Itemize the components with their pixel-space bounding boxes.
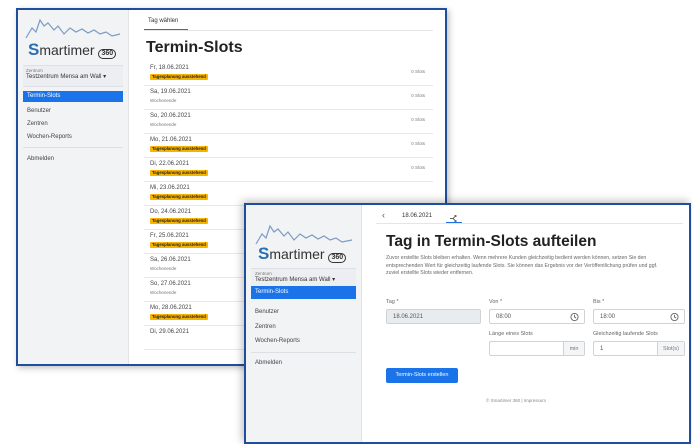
back-button[interactable]: ‹ (382, 210, 385, 220)
day-date: Sa, 19.06.2021 (150, 89, 191, 95)
tab-tag-waehlen[interactable]: Tag wählen (148, 18, 178, 24)
nav-abmelden[interactable]: Abmelden (251, 360, 356, 366)
gleichzeitig-label: Gleichzeitig laufende Slots (593, 331, 658, 337)
status-badge: Tagesplanung ausstehend (150, 74, 208, 80)
nav-termin-slots[interactable]: Termin-Slots (251, 286, 356, 299)
nav-zentren[interactable]: Zentren (251, 324, 356, 330)
day-date: So, 27.06.2021 (150, 281, 191, 287)
status-badge: Tagesplanung ausstehend (150, 170, 208, 176)
sidebar: Smartimer 360 Zentrum Testzentrum Mensa … (18, 10, 129, 364)
create-slots-button[interactable]: Termin-Slots erstellen (386, 368, 458, 383)
laenge-field[interactable]: min (489, 341, 585, 356)
slot-count: 0 Slots (411, 117, 425, 122)
von-value: 08:00 (496, 313, 512, 320)
main-content: ‹ 18.06.2021 Tag in Termin-Slots aufteil… (376, 205, 685, 442)
smartimer-logo: Smartimer 360 (24, 14, 122, 59)
tab-split[interactable] (449, 210, 459, 228)
day-row[interactable]: Sa, 19.06.2021 Wochenende 0 Slots (144, 85, 433, 110)
tag-label: Tag * (386, 299, 399, 305)
day-date: Mo, 28.06.2021 (150, 305, 192, 311)
day-date: Di, 22.06.2021 (150, 161, 190, 167)
center-selector[interactable]: Zentrum Testzentrum Mensa am Wall ▾ (23, 65, 123, 87)
logo-badge: 360 (328, 253, 347, 263)
tab-bar-divider (376, 223, 683, 224)
clock-icon[interactable] (670, 312, 679, 321)
logo-first-letter: S (258, 244, 270, 263)
status-badge: Tagesplanung ausstehend (150, 242, 208, 248)
center-value: Testzentrum Mensa am Wall ▾ (255, 277, 336, 283)
day-row[interactable]: Di, 22.06.2021 Tagesplanung ausstehend 0 S… (144, 157, 433, 182)
status-badge: Tagesplanung ausstehend (150, 194, 208, 200)
von-field[interactable]: 08:00 (489, 309, 585, 324)
bis-label: Bis * (593, 299, 605, 305)
gleichzeitig-value: 1 (600, 345, 604, 352)
slot-count: 0 Slots (411, 69, 425, 74)
tab-bar-divider (144, 30, 433, 31)
page-title: Tag in Termin-Slots aufteilen (386, 233, 597, 250)
day-date: Di, 29.06.2021 (150, 329, 190, 335)
sidebar: Smartimer 360 Zentrum Testzentrum Mensa … (246, 205, 362, 442)
breadcrumb-date[interactable]: 18.06.2021 (402, 213, 432, 219)
day-note: Wochenende (150, 98, 177, 103)
day-date: Fr, 25.06.2021 (150, 233, 189, 239)
nav-divider (251, 352, 356, 353)
nav-divider (23, 147, 123, 148)
von-label: Von * (489, 299, 503, 305)
status-badge: Tagesplanung ausstehend (150, 146, 208, 152)
day-note: Wochenende (150, 122, 177, 127)
day-note: Wochenende (150, 290, 177, 295)
nav-wochen-reports[interactable]: Wochen-Reports (23, 134, 123, 140)
slot-count: 0 Slots (411, 93, 425, 98)
day-date: Mi, 23.06.2021 (150, 185, 190, 191)
nav-benutzer[interactable]: Benutzer (251, 309, 356, 315)
status-badge: Tagesplanung ausstehend (150, 314, 208, 320)
day-date: Sa, 26.06.2021 (150, 257, 191, 263)
clock-icon[interactable] (570, 312, 579, 321)
slot-count: 0 Slots (411, 141, 425, 146)
day-row[interactable]: Fr, 18.06.2021 Tagesplanung ausstehend 0 S… (144, 61, 433, 86)
day-row[interactable]: Mo, 21.06.2021 Tagesplanung ausstehend 0 S… (144, 133, 433, 158)
gleichzeitig-field[interactable]: 1 Slot(s) (593, 341, 685, 356)
nav-wochen-reports[interactable]: Wochen-Reports (251, 338, 356, 344)
nav-termin-slots[interactable]: Termin-Slots (23, 91, 123, 102)
smartimer-logo: Smartimer 360 (254, 220, 354, 263)
description-text: Zuvor erstellte Slots bleiben erhalten. … (386, 255, 658, 276)
nav-benutzer[interactable]: Benutzer (23, 108, 123, 114)
logo-first-letter: S (28, 40, 40, 59)
nav-zentren[interactable]: Zentren (23, 121, 123, 127)
skyline-icon (255, 224, 353, 245)
chevron-left-icon: ‹ (382, 210, 385, 220)
laenge-unit: min (563, 342, 584, 355)
bis-field[interactable]: 18:00 (593, 309, 685, 324)
day-date: Do, 24.06.2021 (150, 209, 192, 215)
gleichzeitig-unit: Slot(s) (657, 342, 684, 355)
slot-count: 0 Slots (411, 165, 425, 170)
day-row[interactable]: So, 20.06.2021 Wochenende 0 Slots (144, 109, 433, 134)
day-date: Mo, 21.06.2021 (150, 137, 192, 143)
logo-text: martimer (39, 42, 95, 58)
nav-abmelden[interactable]: Abmelden (23, 156, 123, 162)
skyline-icon (25, 18, 121, 39)
tag-value: 18.06.2021 (393, 313, 424, 320)
day-date: Fr, 18.06.2021 (150, 65, 189, 71)
laenge-label: Länge eines Slots (489, 331, 533, 337)
footer-text: © Smartimer 360 | Impressum (486, 398, 546, 403)
status-badge: Tagesplanung ausstehend (150, 218, 208, 224)
logo-text: martimer (269, 246, 325, 262)
tag-field: 18.06.2021 (386, 309, 481, 324)
day-date: So, 20.06.2021 (150, 113, 191, 119)
center-value: Testzentrum Mensa am Wall ▾ (26, 74, 107, 80)
logo-badge: 360 (98, 49, 117, 59)
day-note: Wochenende (150, 266, 177, 271)
bis-value: 18:00 (600, 313, 616, 320)
page-title: Termin-Slots (146, 39, 243, 56)
front-window: Smartimer 360 Zentrum Testzentrum Mensa … (244, 203, 691, 444)
